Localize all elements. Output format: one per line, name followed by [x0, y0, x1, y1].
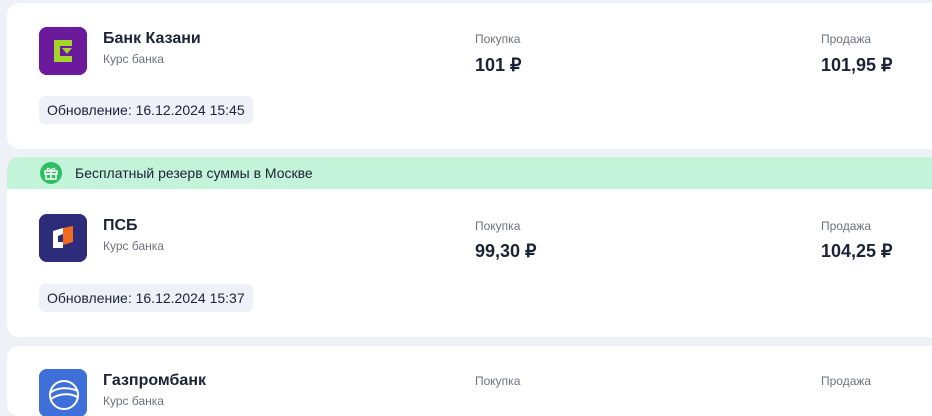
buy-label: Покупка [475, 374, 521, 388]
sell-label: Продажа [821, 219, 872, 233]
gift-icon [40, 162, 62, 184]
bank-card-gazprombank[interactable]: Газпромбанк Курс банка Покупка Продажа [7, 346, 932, 416]
promo-banner[interactable]: Бесплатный резерв суммы в Москве [7, 157, 932, 189]
bank-kazani-logo-icon [39, 27, 87, 75]
promo-text: Бесплатный резерв суммы в Москве [75, 165, 313, 181]
bank-card-bank-kazani[interactable]: Банк Казани Курс банка Покупка 101 ₽ Про… [7, 3, 932, 149]
sell-rate: 104,25 ₽ [821, 241, 893, 261]
buy-rate: 99,30 ₽ [475, 241, 537, 261]
update-timestamp-badge: Обновление: 16.12.2024 15:45 [39, 96, 253, 124]
bank-name[interactable]: Газпромбанк [103, 372, 206, 390]
sell-label: Продажа [821, 32, 872, 46]
buy-label: Покупка [475, 32, 521, 46]
buy-rate: 101 ₽ [475, 55, 522, 75]
psb-logo-icon [39, 214, 87, 262]
buy-label: Покупка [475, 219, 521, 233]
sell-rate: 101,95 ₽ [821, 55, 893, 75]
bank-subtitle: Курс банка [103, 239, 164, 253]
sell-label: Продажа [821, 374, 872, 388]
bank-subtitle: Курс банка [103, 394, 164, 408]
update-timestamp-badge: Обновление: 16.12.2024 15:37 [39, 284, 253, 312]
bank-subtitle: Курс банка [103, 52, 164, 66]
bank-name[interactable]: ПСБ [103, 217, 138, 235]
gazprombank-logo [39, 369, 87, 416]
gazprombank-logo-icon [39, 369, 87, 416]
bank-name[interactable]: Банк Казани [103, 30, 201, 48]
psb-logo [39, 214, 87, 262]
bank-card-psb[interactable]: Бесплатный резерв суммы в Москве ПСБ Кур… [7, 157, 932, 337]
bank-kazani-logo [39, 27, 87, 75]
